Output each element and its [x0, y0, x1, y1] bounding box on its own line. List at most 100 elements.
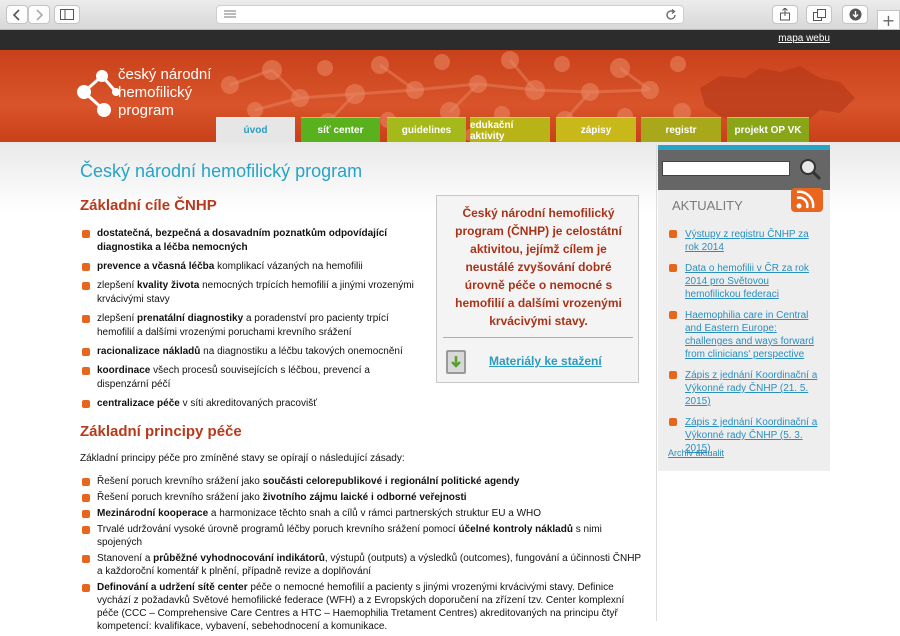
item-emphasis: racionalizace nákladů: [97, 346, 201, 357]
principle-item: Trvalé udržování vysoké úrovně programů …: [82, 523, 642, 549]
tab-projekt-op-vk[interactable]: projekt OP VK: [727, 117, 809, 143]
tab-zapisy[interactable]: zápisy: [556, 117, 636, 143]
item-emphasis: účelné kontroly nákladů: [458, 524, 573, 535]
info-box-divider: [443, 337, 633, 338]
downloads-button[interactable]: [842, 5, 868, 24]
goal-item: zlepšení kvality života nemocných trpící…: [82, 279, 422, 307]
reload-icon[interactable]: [665, 9, 677, 21]
site-logo-text[interactable]: český národní hemofilický program: [118, 66, 211, 120]
news-item-text: Data o hemofilii v ČR za rok 2014 pro Sv…: [685, 263, 809, 300]
principle-item: Stanovení a průběžné vyhodnocování indik…: [82, 552, 642, 578]
search-icon[interactable]: [798, 157, 822, 181]
item-text: Stanovení a: [97, 553, 154, 564]
item-emphasis: Mezinárodní kooperace: [97, 508, 209, 519]
principle-item: Mezinárodní kooperace a harmonizace těch…: [82, 507, 642, 520]
goal-item: zlepšení prenatální diagnostiky a porade…: [82, 312, 422, 340]
item-emphasis: koordinace: [97, 365, 151, 376]
bullet-icon: [82, 526, 90, 534]
item-emphasis: centralizace péče: [97, 398, 180, 409]
principles-list: Řešení poruch krevního srážení jako souč…: [82, 475, 642, 636]
news-item-link[interactable]: Data o hemofilii v ČR za rok 2014 pro Sv…: [669, 262, 824, 301]
info-box-text: Český národní hemofilický program (ČNHP)…: [455, 206, 622, 328]
bullet-icon: [82, 315, 90, 323]
bullet-icon: [82, 584, 90, 592]
goal-item: prevence a včasná léčba komplikací vázan…: [82, 260, 422, 274]
item-emphasis: Definování a udržení sítě center: [97, 582, 248, 593]
news-item-text: Výstupy z registru ČNHP za rok 2014: [685, 229, 809, 253]
tab-label: projekt OP VK: [734, 125, 802, 136]
bullet-icon: [669, 371, 677, 379]
tab-uvod[interactable]: úvod: [216, 117, 295, 143]
item-text: Řešení poruch krevního srážení jako: [97, 476, 263, 487]
bullet-icon: [82, 263, 90, 271]
item-text: Trvalé udržování vysoké úrovně programů …: [97, 524, 459, 535]
tab-label: guidelines: [401, 125, 452, 136]
bullet-icon: [82, 367, 90, 375]
principle-item: Řešení poruch krevního srážení jako souč…: [82, 475, 642, 488]
principles-heading: Základní principy péče: [80, 423, 242, 440]
item-emphasis: prevence a včasná léčba: [97, 261, 215, 272]
bullet-icon: [669, 264, 677, 272]
search-input[interactable]: [662, 161, 790, 176]
item-emphasis: dostatečná, bezpečná a dosavadním poznat…: [97, 228, 388, 253]
reader-icon[interactable]: [224, 10, 236, 20]
news-archive-link[interactable]: Archiv aktualit: [668, 448, 724, 458]
item-text: zlepšení: [97, 280, 138, 291]
tab-guidelines[interactable]: guidelines: [387, 117, 466, 143]
info-box: Český národní hemofilický program (ČNHP)…: [436, 195, 639, 383]
molecule-logo-icon: [77, 70, 120, 117]
item-emphasis: prenatální diagnostiky: [137, 313, 244, 324]
rss-icon[interactable]: [789, 186, 825, 214]
logo-line-2: hemofilický: [118, 84, 193, 101]
bullet-icon: [82, 282, 90, 290]
tab-edukacni-aktivity[interactable]: edukační aktivity: [470, 117, 550, 143]
news-item-text: Haemophilia care in Central and Eastern …: [685, 310, 814, 360]
news-item-text: Zápis z jednání Koordinační a Výkonné ra…: [685, 370, 818, 407]
tab-label: registr: [665, 125, 697, 136]
tabs-button[interactable]: [806, 5, 832, 24]
back-button[interactable]: [6, 5, 28, 24]
goals-list: dostatečná, bezpečná a dosavadním poznat…: [82, 227, 422, 416]
tab-sit-center[interactable]: síť center: [301, 117, 380, 143]
tab-label: úvod: [243, 125, 268, 136]
sidebar-toggle-button[interactable]: [54, 5, 80, 24]
plus-icon: +: [881, 10, 896, 30]
bullet-icon: [82, 230, 90, 238]
goal-item: racionalizace nákladů na diagnostiku a l…: [82, 345, 422, 359]
goal-item: koordinace všech procesů souvisejících s…: [82, 364, 422, 392]
item-text: a harmonizace těchto snah a cílů v rámci…: [208, 508, 542, 519]
sitemap-link[interactable]: mapa webu: [778, 33, 830, 44]
browser-toolbar: +: [0, 0, 900, 30]
bullet-icon: [82, 348, 90, 356]
item-emphasis: životního zájmu laické i odborné veřejno…: [262, 492, 467, 503]
column-divider: [656, 145, 657, 621]
forward-button[interactable]: [28, 5, 50, 24]
bullet-icon: [669, 418, 677, 426]
tab-registr[interactable]: registr: [641, 117, 721, 143]
item-text: na diagnostiku a léčbu takových onemocně…: [200, 346, 403, 357]
new-tab-button[interactable]: +: [877, 10, 900, 30]
item-emphasis: průběžné vyhodnocování indikátorů: [153, 553, 325, 564]
bullet-icon: [669, 230, 677, 238]
bullet-icon: [82, 400, 90, 408]
logo-line-3: program: [118, 102, 174, 119]
item-text: v síti akreditovaných pracovišť: [179, 398, 317, 409]
share-button[interactable]: [772, 5, 798, 24]
bullet-icon: [669, 311, 677, 319]
chevron-right-icon: [36, 8, 44, 21]
principles-intro: Základní principy péče pro zmíněné stavy…: [80, 453, 405, 464]
tab-label: zápisy: [580, 125, 612, 136]
download-icon: [849, 8, 861, 21]
bullet-icon: [82, 555, 90, 563]
item-text: komplikací vázaných na hemofilii: [214, 261, 363, 272]
bullet-icon: [82, 510, 90, 518]
address-bar[interactable]: [216, 5, 684, 24]
news-item-link[interactable]: Haemophilia care in Central and Eastern …: [669, 309, 824, 361]
logo-line-1: český národní: [118, 66, 212, 83]
tabs-icon: [812, 8, 826, 21]
downloads-link[interactable]: Materiály ke stažení: [489, 354, 602, 368]
download-box-icon[interactable]: [445, 349, 467, 375]
news-item-link[interactable]: Výstupy z registru ČNHP za rok 2014: [669, 228, 824, 254]
chevron-left-icon: [12, 8, 20, 21]
news-item-link[interactable]: Zápis z jednání Koordinační a Výkonné ra…: [669, 369, 824, 408]
